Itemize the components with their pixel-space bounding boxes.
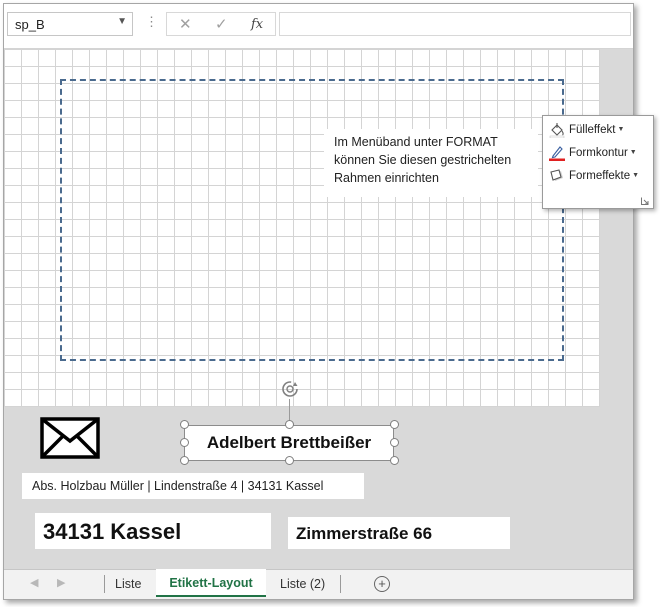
shape-effects-icon	[550, 169, 563, 181]
tab-liste[interactable]: Liste	[115, 577, 141, 591]
name-box[interactable]: sp_B ▼	[7, 12, 133, 36]
menu-item-effects[interactable]: Formeffekte ▼	[549, 167, 649, 187]
insert-function-icon[interactable]: fx	[251, 17, 263, 32]
pen-icon	[549, 146, 565, 161]
sender-line: Abs. Holzbau Müller | Lindenstraße 4 | 3…	[32, 479, 324, 493]
dashed-frame-shape[interactable]	[60, 79, 564, 361]
formula-input[interactable]	[279, 12, 631, 36]
tab-etikett-layout-label: Etikett-Layout	[169, 576, 253, 590]
menu-item-fill[interactable]: Fülleffekt ▼	[549, 121, 649, 141]
rotate-handle-stem	[289, 399, 290, 422]
formula-buttons: ✕ ✓ fx	[166, 12, 276, 36]
worksheet[interactable]: Im Menüband unter FORMAT können Sie dies…	[4, 49, 633, 569]
rotate-handle-icon[interactable]	[280, 379, 300, 399]
note-line-2: können Sie diesen gestrichelten	[334, 153, 512, 167]
resize-handle-bottom-right[interactable]	[390, 456, 399, 465]
city-textbox[interactable]: 34131 Kassel	[35, 513, 271, 549]
resize-handle-top-right[interactable]	[390, 420, 399, 429]
menu-item-outline-label: Formkontur	[569, 147, 628, 159]
paint-bucket-icon	[549, 123, 565, 138]
scroll-left-icon[interactable]: ◀	[30, 576, 38, 589]
resize-handle-top[interactable]	[285, 420, 294, 429]
chevron-down-icon: ▼	[632, 172, 640, 180]
sender-textbox[interactable]: Abs. Holzbau Müller | Lindenstraße 4 | 3…	[22, 473, 364, 499]
sheet-tab-bar: ◀ ▶ Liste Etikett-Layout Liste (2) +	[4, 569, 633, 599]
cancel-icon[interactable]: ✕	[179, 15, 192, 33]
resize-handle-left[interactable]	[180, 438, 189, 447]
street-text: Zimmerstraße 66	[296, 524, 433, 543]
note-textbox[interactable]: Im Menüband unter FORMAT können Sie dies…	[324, 129, 538, 197]
excel-window: sp_B ▼ ⋮ ✕ ✓ fx Im Menüband unter FORMAT…	[3, 3, 634, 600]
name-box-value: sp_B	[15, 17, 45, 32]
resize-handle-right[interactable]	[390, 438, 399, 447]
resize-handle-top-left[interactable]	[180, 420, 189, 429]
menu-item-fill-label: Fülleffekt	[569, 124, 616, 136]
menu-item-outline[interactable]: Formkontur ▼	[549, 144, 649, 164]
formula-bar: sp_B ▼ ⋮ ✕ ✓ fx	[4, 4, 633, 49]
add-sheet-icon[interactable]: +	[374, 576, 390, 592]
envelope-icon	[40, 417, 100, 459]
chevron-down-icon: ▼	[629, 149, 637, 157]
city-text: 34131 Kassel	[43, 519, 182, 544]
note-line-1: Im Menüband unter FORMAT	[334, 135, 498, 149]
recipient-name: Adelbert Brettbeißer	[206, 433, 372, 452]
tab-divider	[104, 575, 105, 593]
drag-handle-icon[interactable]: ⋮	[145, 14, 158, 30]
note-line-3: Rahmen einrichten	[334, 171, 439, 185]
resize-handle-bottom[interactable]	[285, 456, 294, 465]
resize-handle-bottom-left[interactable]	[180, 456, 189, 465]
format-shape-styles-menu: Fülleffekt ▼ Formkontur ▼ Formeffekte ▼	[542, 115, 654, 209]
street-textbox[interactable]: Zimmerstraße 66	[288, 517, 510, 549]
chevron-down-icon[interactable]: ▼	[117, 16, 127, 27]
chevron-down-icon: ▼	[617, 126, 625, 134]
scroll-right-icon[interactable]: ▶	[57, 576, 65, 589]
menu-item-effects-label: Formeffekte	[569, 170, 631, 182]
confirm-icon[interactable]: ✓	[215, 15, 228, 33]
tab-liste-2[interactable]: Liste (2)	[280, 577, 325, 591]
dialog-launcher-icon[interactable]	[641, 197, 649, 205]
tab-divider	[340, 575, 341, 593]
tab-etikett-layout[interactable]: Etikett-Layout	[156, 569, 266, 597]
